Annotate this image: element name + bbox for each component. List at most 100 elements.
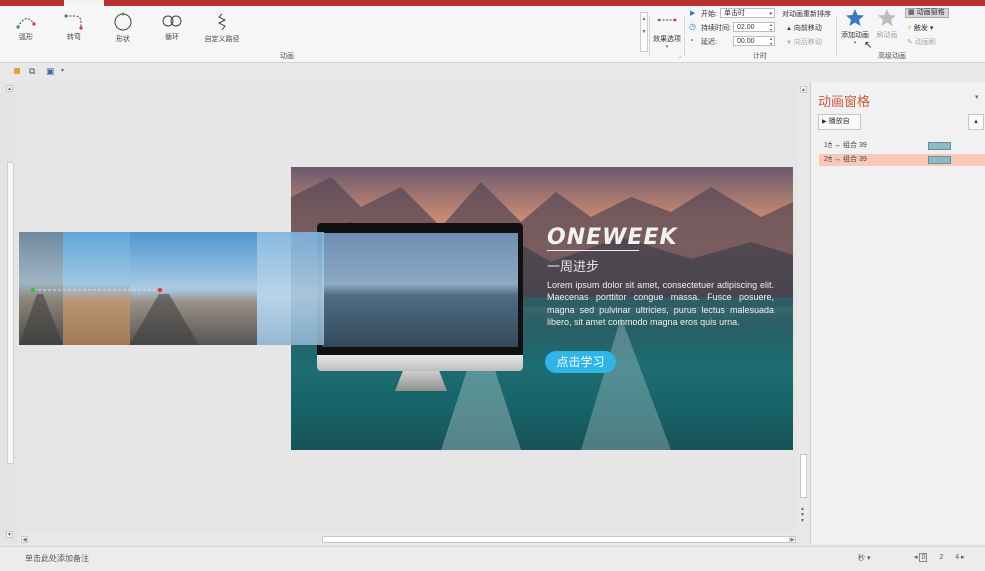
brand-title: ONEWEEK xyxy=(547,225,678,250)
spinner-icon[interactable]: ▴ ▾ xyxy=(770,22,772,32)
delay-input[interactable]: 00.00 ▴ ▾ xyxy=(733,36,775,46)
separator xyxy=(836,16,837,56)
animation-item-2[interactable]: 2🖰 ↔ 组合 39 xyxy=(819,154,985,166)
gallery-custom-path[interactable]: 自定义路径 xyxy=(199,12,245,52)
title-divider xyxy=(547,250,639,251)
timeline-tick: 2 xyxy=(939,554,944,561)
animation-painter-label: 刷动画 xyxy=(876,32,898,39)
copy-icon[interactable]: ⧉ xyxy=(29,66,35,77)
canvas-vertical-scrollbar[interactable]: ▲ ▲ ▼ ▼ xyxy=(798,82,809,534)
item-name: 组合 39 xyxy=(843,156,867,163)
play-from-button[interactable]: ▶ 播放自 xyxy=(818,114,861,130)
chevron-down-icon: ▾ xyxy=(769,11,772,17)
gallery-label: 自定义路径 xyxy=(204,36,240,43)
group-label-timing: 计时 xyxy=(753,53,767,60)
add-animation-label: 添加动画 xyxy=(841,32,869,39)
scroll-thumb[interactable] xyxy=(800,454,807,498)
scroll-up-button[interactable]: ▲ xyxy=(800,86,807,93)
separator xyxy=(649,16,650,56)
move-later-label: 向后移动 xyxy=(793,39,822,46)
notes-placeholder[interactable]: 单击此处添加备注 xyxy=(25,553,89,564)
animation-pane-button[interactable]: ▦ 动画窗格 xyxy=(905,8,949,18)
duration-value: 02.00 xyxy=(737,24,755,31)
separator xyxy=(684,16,685,56)
animation-painter-small-button[interactable]: ✎ 动画刷 xyxy=(907,37,936,47)
dialog-launcher-icon[interactable]: ⌟ xyxy=(678,52,681,59)
time-unit-select[interactable]: 秒 ▾ xyxy=(858,553,870,563)
effect-options-icon xyxy=(657,18,677,22)
unit-label: 秒 xyxy=(858,555,865,562)
arrow-left-icon: ◂ xyxy=(914,554,918,561)
scroll-left-button[interactable]: ◀ xyxy=(21,536,28,543)
play-icon: ▶ xyxy=(690,10,696,17)
mouse-cursor-icon: ↖ xyxy=(864,40,873,51)
monitor-chin xyxy=(317,355,523,371)
scroll-down-button[interactable]: ▼ xyxy=(6,531,13,538)
start-select[interactable]: 单击时 ▾ xyxy=(720,8,775,18)
gallery-loop[interactable]: 循环 xyxy=(150,12,194,52)
photo-strip-group[interactable] xyxy=(19,232,324,345)
brush-icon: ✎ xyxy=(907,39,913,46)
slide-body-text: Lorem ipsum dolor sit amet, consectetuer… xyxy=(547,280,774,328)
animation-pane-title: 动画窗格 xyxy=(818,95,871,110)
gallery-label: 转弯 xyxy=(67,34,81,41)
cta-button[interactable]: 点击学习 xyxy=(545,351,616,373)
status-bar: 单击此处添加备注 秒 ▾ ◂ 0 2 4 ▸ xyxy=(0,546,985,571)
delay-value: 00.00 xyxy=(737,38,755,45)
animation-item-1[interactable]: 1🖰 ↔ 组合 39 xyxy=(819,140,985,152)
chevron-down-icon: ▾ xyxy=(866,555,871,562)
group-label-advanced: 高级动画 xyxy=(878,53,906,60)
item-name: 组合 39 xyxy=(843,142,867,149)
timeline-tick: 0 xyxy=(919,553,928,562)
chevron-down-icon[interactable]: ▾ xyxy=(975,93,979,101)
start-value: 单击时 xyxy=(724,10,745,17)
group-label-animation: 动画 xyxy=(280,53,294,60)
animation-pane-label: 动画窗格 xyxy=(916,9,945,16)
slide[interactable]: ONEWEEK 一周进步 Lorem ipsum dolor sit amet,… xyxy=(291,167,793,450)
motion-path-overlay xyxy=(19,287,199,345)
move-up-button[interactable]: ▲ xyxy=(968,114,984,130)
gallery-turn[interactable]: 转弯 xyxy=(52,12,96,52)
trigger-label: 触发 xyxy=(913,25,928,32)
arc-path-icon xyxy=(16,18,36,29)
gallery-arc[interactable]: 弧形 xyxy=(4,12,48,52)
timeline-tick: 4 xyxy=(955,554,960,561)
loop-path-icon xyxy=(162,15,182,27)
gallery-scrollbar[interactable]: ▲ ▼ xyxy=(640,12,648,52)
chevron-down-icon: ▾ xyxy=(929,25,934,32)
folder-icon[interactable] xyxy=(14,68,20,74)
timing-bar[interactable] xyxy=(928,142,951,150)
shape-path-icon xyxy=(114,12,132,31)
timeline-ruler[interactable]: ◂ 0 2 4 ▸ xyxy=(914,553,965,562)
trigger-button[interactable]: ⚡ 触发 ▾ xyxy=(907,23,933,33)
move-later-button[interactable]: ▼ 向后移动 xyxy=(786,37,822,47)
thumbnail-pane: ▲ ▼ xyxy=(0,82,18,544)
duration-label: 持续时间: xyxy=(701,25,731,32)
start-label: 开始: xyxy=(701,11,717,18)
effect-options-button[interactable]: 效果选项 ▾ xyxy=(652,14,682,56)
timing-bar[interactable] xyxy=(928,156,951,164)
spinner-icon[interactable]: ▴ ▾ xyxy=(770,36,772,46)
scroll-thumb[interactable] xyxy=(322,536,792,543)
animation-painter-small-label: 动画刷 xyxy=(914,39,936,46)
clock-icon: ◷ xyxy=(689,22,696,31)
chevron-down-icon[interactable]: ▾ xyxy=(61,67,64,74)
arrow-up-icon: ▲ xyxy=(786,26,792,32)
duration-input[interactable]: 02.00 ▴ ▾ xyxy=(733,22,775,32)
canvas-horizontal-scrollbar[interactable]: ◀ ▶ xyxy=(18,534,798,545)
move-earlier-button[interactable]: ▲ 向前移动 xyxy=(786,23,822,33)
thumbnail-scrollbar[interactable] xyxy=(7,162,14,464)
animation-painter-button[interactable]: 刷动画 xyxy=(872,8,902,50)
chevron-down-icon: ▾ xyxy=(665,44,669,50)
gallery-label: 形状 xyxy=(116,36,130,43)
lock-icon[interactable]: ▣ xyxy=(46,66,55,77)
gallery-shape[interactable]: 形状 xyxy=(101,12,145,52)
scroll-right-button[interactable]: ▶ xyxy=(789,536,796,543)
star-gray-icon xyxy=(878,9,896,26)
play-from-label: 播放自 xyxy=(828,118,850,125)
scroll-up-button[interactable]: ▲ xyxy=(6,85,13,92)
prev-slide-icon[interactable]: ▲ ▼ ▼ xyxy=(800,506,805,524)
move-earlier-label: 向前移动 xyxy=(793,25,822,32)
mouse-click-icon: 🖰 xyxy=(827,142,833,149)
gallery-label: 循环 xyxy=(165,34,179,41)
